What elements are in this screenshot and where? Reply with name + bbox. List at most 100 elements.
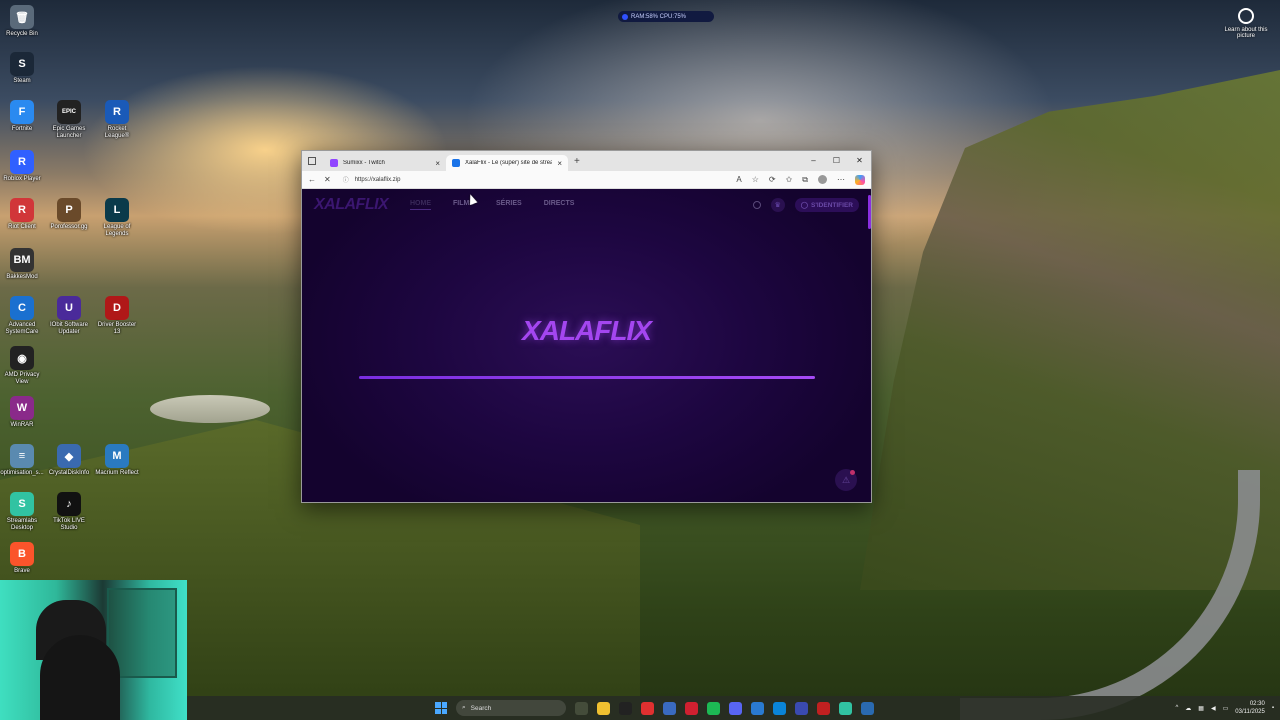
desktop-icon[interactable]: D Driver Booster 13: [95, 296, 139, 336]
taskbar-clock[interactable]: 02:30 03/11/2025: [1235, 700, 1265, 716]
desktop-icon[interactable]: 🗑 Recycle Bin: [0, 5, 44, 38]
splash-logo: XALAFLIX: [522, 315, 652, 346]
url-field[interactable]: ⓘ https://xalaflix.zip: [338, 172, 729, 187]
taskbar-app-icon[interactable]: [707, 701, 720, 715]
app-icon: C: [10, 296, 34, 320]
app-icon: ≡: [10, 444, 34, 468]
taskbar-search[interactable]: ⌕ Search: [456, 700, 566, 716]
loading-progress-fill: [359, 376, 815, 379]
app-icon: BM: [10, 248, 34, 272]
desktop-icon-label: Riot Client: [8, 224, 36, 230]
performance-widget[interactable]: RAM:58% CPU:75%: [618, 11, 714, 22]
taskbar-app-icon[interactable]: [773, 701, 786, 715]
desktop-icon[interactable]: S Streamlabs Desktop: [0, 492, 44, 532]
desktop-icon[interactable]: B Brave: [0, 542, 44, 575]
desktop-icon[interactable]: M Macrium Reflect: [95, 444, 139, 477]
desktop-icon[interactable]: U IObit Software Updater: [47, 296, 91, 336]
desktop-icon-label: TikTok LIVE Studio: [53, 518, 85, 531]
tab-twitch[interactable]: Sumixx - Twitch ×: [324, 155, 446, 171]
desktop-icon[interactable]: ♪ TikTok LIVE Studio: [47, 492, 91, 532]
favorite-star-icon[interactable]: ☆: [752, 175, 759, 184]
login-button[interactable]: ◯ S'IDENTIFIER: [794, 198, 859, 212]
app-icon: D: [105, 296, 129, 320]
desktop-icon-label: Porofessor.gg: [50, 224, 88, 230]
search-icon[interactable]: [752, 201, 761, 209]
close-tab-icon[interactable]: ×: [557, 159, 562, 168]
back-icon[interactable]: ←: [308, 175, 316, 184]
desktop-icon[interactable]: ◆ CrystalDiskInfo: [47, 444, 91, 477]
desktop-icon-label: Fortnite: [11, 126, 33, 132]
desktop-icon[interactable]: ≡ optimisation_s...: [0, 444, 44, 477]
premium-crown-icon[interactable]: ♛: [770, 198, 785, 212]
camera-icon: [1238, 8, 1254, 24]
cloud-icon[interactable]: ☁: [1185, 705, 1191, 712]
report-button[interactable]: ⚠: [835, 469, 857, 491]
app-icon: ◆: [57, 444, 81, 468]
taskbar-app-icon[interactable]: [751, 701, 764, 715]
taskbar-app-icon[interactable]: [619, 701, 632, 715]
stop-loading-icon[interactable]: ✕: [324, 175, 331, 184]
tray-chevron-icon[interactable]: ^: [1175, 705, 1178, 711]
battery-icon[interactable]: ▭: [1223, 705, 1229, 712]
nav-home[interactable]: HOME: [410, 200, 431, 210]
network-icon[interactable]: ▦: [1198, 705, 1204, 712]
more-menu-icon[interactable]: ⋯: [837, 175, 845, 184]
loading-progress-bar: [359, 376, 815, 379]
taskbar-app-icon[interactable]: [861, 701, 874, 715]
scrollbar-thumb[interactable]: [868, 195, 871, 229]
desktop-icon[interactable]: W WinRAR: [0, 396, 44, 429]
taskbar-app-icon[interactable]: [795, 701, 808, 715]
nav-series[interactable]: SÉRIES: [496, 200, 522, 210]
desktop-icon[interactable]: R Roblox Player: [0, 150, 44, 183]
tab-actions-icon[interactable]: [308, 157, 316, 165]
app-icon: 🗑: [10, 5, 34, 29]
browser-toolbar: A ☆ ⟳ ✩ ⧉ ⋯: [736, 174, 865, 185]
taskbar-app-icon[interactable]: [663, 701, 676, 715]
desktop-icon[interactable]: F Fortnite: [0, 100, 44, 133]
favorites-icon[interactable]: ✩: [786, 175, 793, 184]
site-logo[interactable]: XALAFLIX: [314, 196, 404, 214]
taskbar-app-icon[interactable]: [839, 701, 852, 715]
profile-avatar[interactable]: [818, 175, 827, 184]
tab-title: Sumixx - Twitch: [343, 160, 385, 166]
learn-about-picture[interactable]: Learn about this picture: [1222, 8, 1270, 39]
minimize-button[interactable]: –: [802, 151, 825, 171]
taskbar-app-icon[interactable]: [729, 701, 742, 715]
volume-icon[interactable]: ◀: [1211, 705, 1216, 712]
desktop-icon[interactable]: C Advanced SystemCare: [0, 296, 44, 336]
taskbar-app-icon[interactable]: [685, 701, 698, 715]
tab-xalaflix[interactable]: XalaFlix - Le (super) site de stream ×: [446, 155, 568, 171]
desktop-icon[interactable]: S Steam: [0, 52, 44, 85]
taskbar-app-icon[interactable]: [575, 701, 588, 715]
desktop-icon[interactable]: L League of Legends: [95, 198, 139, 238]
site-info-icon[interactable]: ⓘ: [343, 175, 349, 184]
desktop-icon[interactable]: EPIC Epic Games Launcher: [47, 100, 91, 140]
taskbar-app-icon[interactable]: [597, 701, 610, 715]
desktop-icon-label: Epic Games Launcher: [52, 126, 86, 139]
page-viewport: XALAFLIX HOME FILMS SÉRIES DIRECTS ♛ ◯ S…: [302, 189, 871, 502]
desktop-icon-label: AMD Privacy View: [4, 372, 40, 385]
desktop-icon[interactable]: R Riot Client: [0, 198, 44, 231]
taskbar-app-icon[interactable]: [641, 701, 654, 715]
taskbar-app-icon[interactable]: [817, 701, 830, 715]
close-button[interactable]: ✕: [848, 151, 871, 171]
desktop-icon[interactable]: R Rocket League®: [95, 100, 139, 140]
collections-icon[interactable]: ⧉: [802, 175, 808, 185]
desktop-icon[interactable]: ◉ AMD Privacy View: [0, 346, 44, 386]
windows-start-icon[interactable]: [435, 702, 447, 714]
nav-directs[interactable]: DIRECTS: [544, 200, 575, 210]
site-nav-links: HOME FILMS SÉRIES DIRECTS: [410, 200, 574, 210]
refresh-icon[interactable]: ⟳: [769, 175, 776, 184]
copilot-icon[interactable]: [855, 174, 865, 185]
amd-icon: [622, 13, 628, 20]
maximize-button[interactable]: ☐: [825, 151, 848, 171]
new-tab-button[interactable]: +: [574, 156, 580, 167]
read-aloud-icon[interactable]: A: [736, 175, 741, 184]
taskbar-apps: [575, 701, 874, 715]
close-tab-icon[interactable]: ×: [435, 159, 440, 168]
browser-window: Sumixx - Twitch × XalaFlix - Le (super) …: [301, 150, 872, 503]
notifications-icon[interactable]: ▪: [1272, 705, 1274, 711]
desktop-icon[interactable]: P Porofessor.gg: [47, 198, 91, 231]
desktop-icon[interactable]: BM BakkesMod: [0, 248, 44, 281]
desktop-icon-label: Steam: [13, 78, 31, 84]
